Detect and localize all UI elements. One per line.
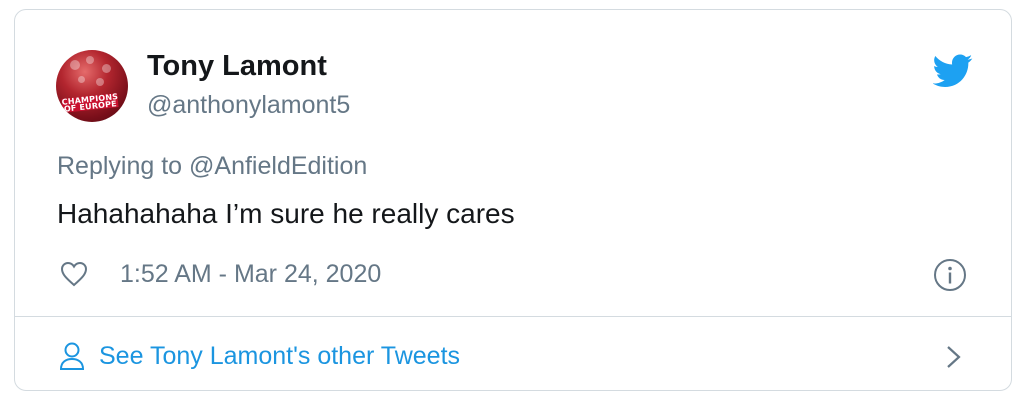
twitter-bird-icon[interactable]: [933, 54, 973, 88]
divider: [15, 316, 1011, 317]
heart-icon[interactable]: [60, 261, 88, 287]
avatar-banner: CHAMPIONS OF EUROPE: [61, 92, 119, 114]
tweet-text: Hahahahaha I’m sure he really cares: [57, 198, 515, 229]
avatar[interactable]: CHAMPIONS OF EUROPE: [56, 50, 128, 122]
see-other-tweets-label[interactable]: See Tony Lamont's other Tweets: [99, 342, 460, 371]
tweet-card: CHAMPIONS OF EUROPE Tony Lamont @anthony…: [14, 9, 1012, 391]
reply-prefix: Replying to: [57, 152, 190, 180]
reply-context: Replying to @AnfieldEdition: [57, 152, 367, 181]
author-display-name[interactable]: Tony Lamont: [147, 50, 327, 83]
author-handle[interactable]: @anthonylamont5: [147, 91, 350, 120]
chevron-right-icon[interactable]: [945, 344, 963, 370]
info-icon[interactable]: [933, 258, 967, 292]
see-other-tweets-link[interactable]: See Tony Lamont's other Tweets: [59, 336, 460, 376]
reply-target-link[interactable]: @AnfieldEdition: [189, 152, 367, 180]
person-icon: [59, 342, 85, 370]
tweet-timestamp[interactable]: 1:52 AM - Mar 24, 2020: [120, 260, 381, 289]
